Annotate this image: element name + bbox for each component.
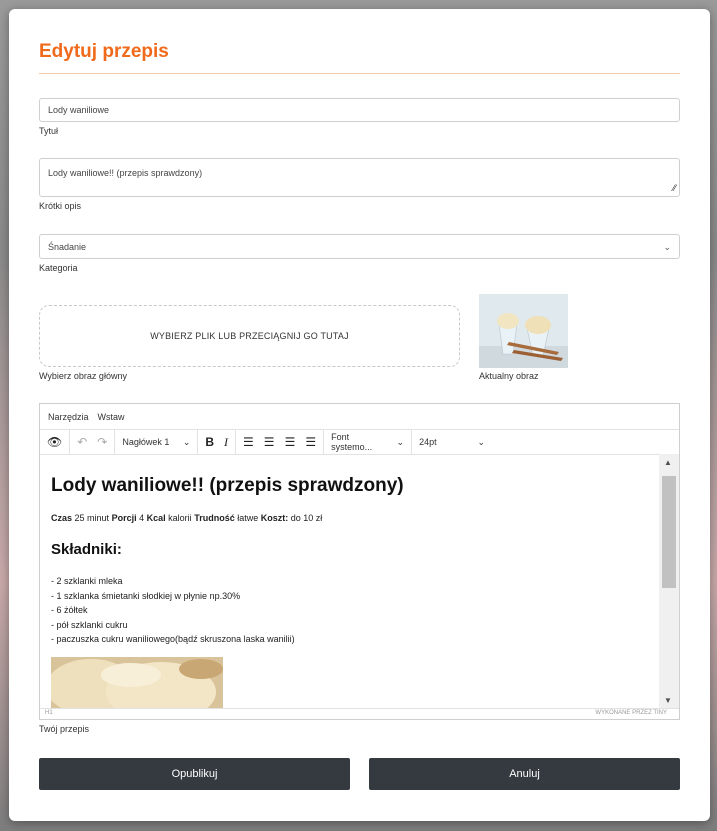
recipe-meta: Czas 25 minut Porcji 4 Kcal kalorii Trud… <box>51 513 323 523</box>
block-format-select[interactable]: Nagłówek 1 ⌄ <box>115 430 199 454</box>
category-select[interactable]: Śnadanie ⌄ <box>39 234 680 259</box>
main-image-label: Wybierz obraz główny <box>39 371 127 381</box>
list-item: - paczuszka cukru waniliowego(bądź skrus… <box>51 634 295 644</box>
resize-handle-icon[interactable]: ⁄⁄ <box>673 183 676 193</box>
list-item: - 6 żółtek <box>51 605 88 615</box>
font-family-select[interactable]: Font systemo... ⌄ <box>324 430 413 454</box>
scroll-up-icon[interactable]: ▲ <box>664 458 672 467</box>
align-justify-icon[interactable]: ☰ <box>305 435 316 449</box>
category-select-value: Śnadanie <box>48 242 87 252</box>
chevron-down-icon: ⌄ <box>396 436 405 447</box>
block-format-value: Nagłówek 1 <box>122 437 170 447</box>
menu-insert[interactable]: Wstaw <box>98 412 125 422</box>
ingredients-list: - 2 szklanki mleka - 1 szklanka śmietank… <box>51 574 660 647</box>
rich-text-editor: Narzędzia Wstaw 👁 ↶ ↷ Nagłówek 1 ⌄ B I ☰… <box>39 403 680 720</box>
chevron-down-icon: ⌄ <box>663 242 671 252</box>
edit-recipe-modal: Edytuj przepis Lody waniliowe Tytuł Lody… <box>9 9 710 821</box>
category-label: Kategoria <box>39 263 78 273</box>
short-description-label: Krótki opis <box>39 201 82 211</box>
cancel-button[interactable]: Anuluj <box>369 758 680 790</box>
editor-content[interactable]: Lody waniliowe!! (przepis sprawdzony) Cz… <box>40 454 660 709</box>
editor-statusbar: H1 WYKONANE PRZEZ TINY <box>40 708 679 719</box>
title-divider <box>39 73 680 74</box>
ingredients-heading: Składniki: <box>51 541 122 558</box>
italic-icon[interactable]: I <box>224 435 228 450</box>
editor-menubar: Narzędzia Wstaw <box>40 404 679 430</box>
title-input[interactable]: Lody waniliowe <box>39 98 680 122</box>
menu-tools[interactable]: Narzędzia <box>48 412 89 422</box>
align-center-icon[interactable]: ☰ <box>264 435 275 449</box>
chevron-down-icon: ⌄ <box>477 436 486 447</box>
align-right-icon[interactable]: ☰ <box>285 435 296 449</box>
align-left-icon[interactable]: ☰ <box>243 435 254 449</box>
dropzone-text: WYBIERZ PLIK LUB PRZECIĄGNIJ GO TUTAJ <box>150 331 349 341</box>
font-family-value: Font systemo... <box>331 432 373 452</box>
bold-icon[interactable]: B <box>205 435 214 449</box>
font-size-select[interactable]: 24pt ⌄ <box>412 430 492 454</box>
short-description-textarea[interactable]: Lody waniliowe!! (przepis sprawdzony) ⁄⁄ <box>39 158 680 197</box>
chevron-down-icon: ⌄ <box>182 436 191 447</box>
element-path: H1 <box>45 710 53 716</box>
image-dropzone[interactable]: WYBIERZ PLIK LUB PRZECIĄGNIJ GO TUTAJ <box>39 305 460 367</box>
list-item: - pół szklanki cukru <box>51 619 128 630</box>
powered-by-tiny[interactable]: WYKONANE PRZEZ TINY <box>595 710 667 716</box>
editor-toolbar: 👁 ↶ ↷ Nagłówek 1 ⌄ B I ☰ ☰ ☰ ☰ Font syst… <box>40 430 679 455</box>
title-label: Tytuł <box>39 126 59 136</box>
current-image-thumbnail <box>479 294 568 368</box>
recipe-label: Twój przepis <box>39 724 90 734</box>
short-description-value: Lody waniliowe!! (przepis sprawdzony) <box>48 168 203 178</box>
preview-eye-icon[interactable]: 👁 <box>47 435 62 449</box>
scrollbar-thumb[interactable] <box>662 476 676 588</box>
list-item: - 1 szklanka śmietanki słodkiej w płynie… <box>51 590 241 601</box>
font-size-value: 24pt <box>419 437 437 447</box>
redo-icon[interactable]: ↷ <box>97 435 107 449</box>
page-title: Edytuj przepis <box>39 41 169 62</box>
current-image-label: Aktualny obraz <box>479 371 539 381</box>
title-input-value: Lody waniliowe <box>48 105 110 115</box>
scroll-down-icon[interactable]: ▼ <box>664 696 672 705</box>
list-item: - 2 szklanki mleka <box>51 576 123 586</box>
publish-button[interactable]: Opublikuj <box>39 758 350 790</box>
recipe-heading: Lody waniliowe!! (przepis sprawdzony) <box>51 475 404 496</box>
recipe-content-image <box>51 656 223 709</box>
editor-scrollbar[interactable]: ▲ ▼ <box>659 454 679 709</box>
undo-icon[interactable]: ↶ <box>77 435 87 449</box>
